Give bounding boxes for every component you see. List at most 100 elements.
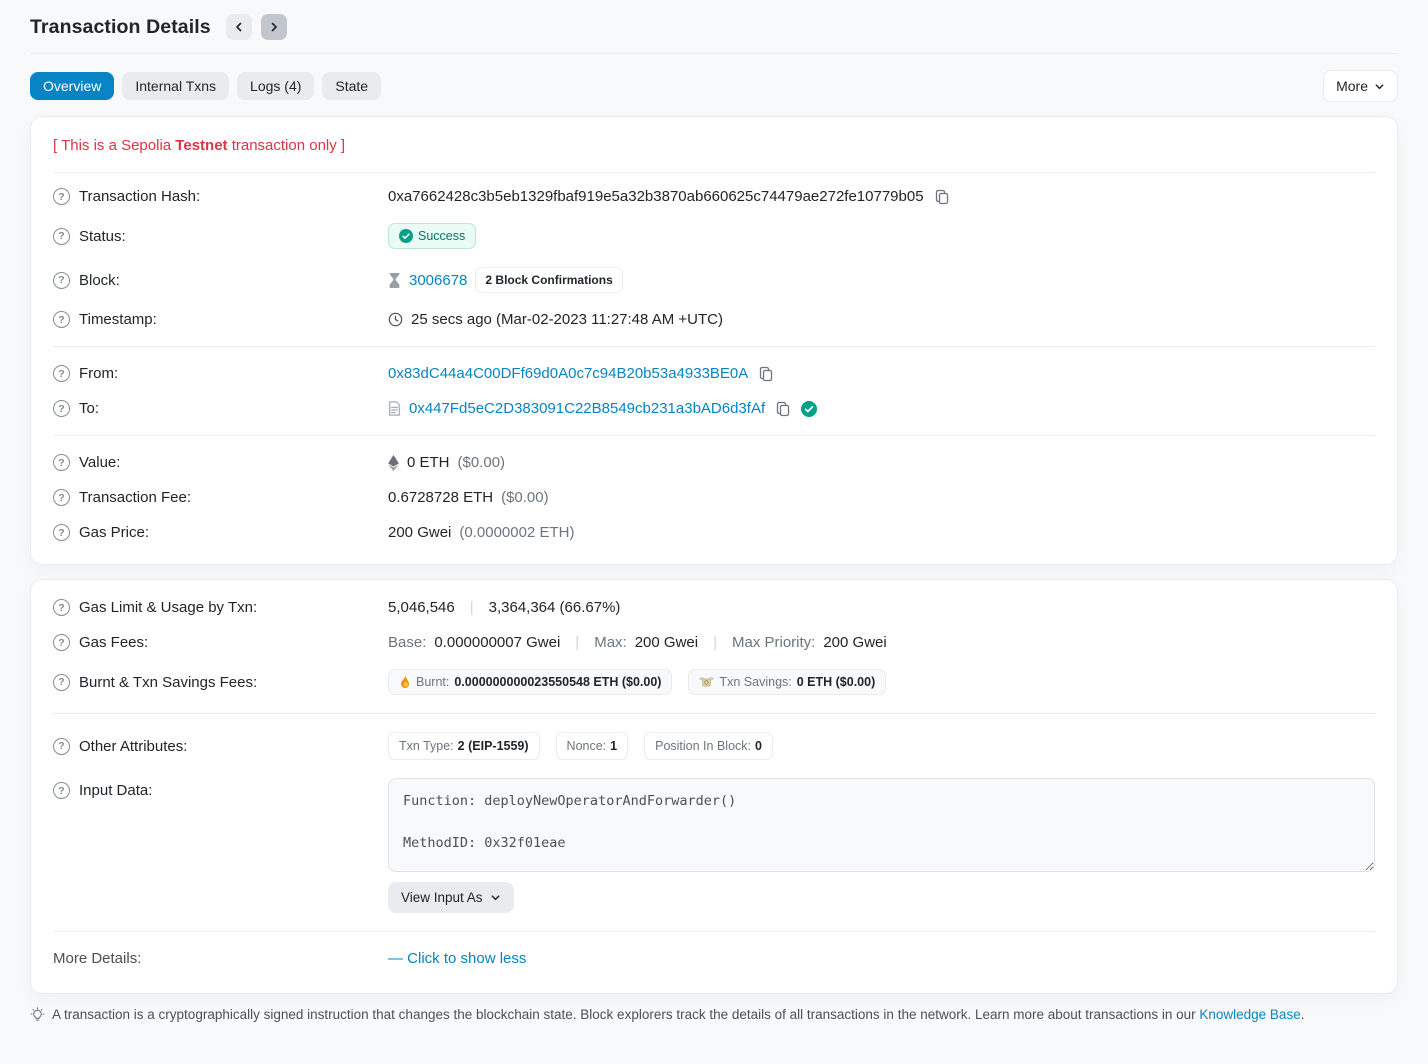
copy-to-button[interactable] [773,401,793,417]
notice-suffix: transaction only ] [228,137,346,154]
section-divider [53,435,1375,436]
more-button-label: More [1336,78,1368,94]
copy-hash-button[interactable] [932,189,952,205]
section-divider [53,346,1375,347]
check-circle-icon [399,229,413,243]
row-from: ? From: 0x83dC44a4C00DFf69d0A0c7c94B20b5… [53,356,1375,391]
show-less-link[interactable]: — Click to show less [388,950,526,967]
page-header: Transaction Details [30,0,1398,54]
max-fee-value: 200 Gwei [635,634,698,651]
money-with-wings-icon [699,676,714,688]
help-icon[interactable]: ? [53,188,70,205]
help-icon[interactable]: ? [53,400,70,417]
tab-internal-txns[interactable]: Internal Txns [122,72,229,100]
status-label: Status: [79,228,126,245]
page-title: Transaction Details [30,16,211,39]
gas-used-value: 3,364,364 (66.67%) [489,599,621,616]
txn-savings-value: 0 ETH ($0.00) [797,675,876,689]
next-transaction-button[interactable] [261,14,287,40]
section-divider [53,931,1375,932]
burnt-value: 0.000000000023550548 ETH ($0.00) [454,675,661,689]
copy-icon [758,366,774,382]
gas-limit-value: 5,046,546 [388,599,455,616]
transaction-fee-usd: ($0.00) [501,489,549,506]
to-label: To: [79,400,99,417]
tabs-row: Overview Internal Txns Logs (4) State Mo… [30,70,1398,102]
block-number-link[interactable]: 3006678 [409,272,467,289]
gas-price-eth: (0.0000002 ETH) [459,524,574,541]
status-badge: Success [388,223,476,249]
other-attributes-label: Other Attributes: [79,738,187,755]
position-in-block-badge: Position In Block: 0 [644,732,773,760]
timestamp-label: Timestamp: [79,311,157,328]
max-priority-fee-value: 200 Gwei [823,634,886,651]
row-timestamp: ? Timestamp: 25 secs ago (Mar-02-2023 11… [53,302,1375,337]
status-badge-label: Success [418,229,465,243]
block-label: Block: [79,272,120,289]
burnt-fee-badge: Burnt: 0.000000000023550548 ETH ($0.00) [388,669,672,695]
tab-overview[interactable]: Overview [30,72,114,100]
nonce-value: 1 [610,739,617,753]
chevron-left-icon [233,21,245,33]
max-priority-fee-label: Max Priority: [732,634,815,651]
row-status: ? Status: Success [53,214,1375,258]
footer-suffix: . [1301,1007,1305,1022]
testnet-notice: [ This is a Sepolia Testnet transaction … [53,135,1375,156]
row-value: ? Value: 0 ETH ($0.00) [53,445,1375,480]
help-icon[interactable]: ? [53,738,70,755]
row-transaction-hash: ? Transaction Hash: 0xa7662428c3b5eb1329… [53,179,1375,214]
help-icon[interactable]: ? [53,365,70,382]
view-input-as-label: View Input As [401,890,483,905]
from-to-group: ? From: 0x83dC44a4C00DFf69d0A0c7c94B20b5… [53,356,1375,426]
help-icon[interactable]: ? [53,272,70,289]
help-icon[interactable]: ? [53,634,70,651]
pipe-separator: | [470,599,474,616]
pipe-separator: | [575,634,579,651]
knowledge-base-link[interactable]: Knowledge Base [1199,1007,1300,1022]
help-icon[interactable]: ? [53,599,70,616]
from-label: From: [79,365,118,382]
row-gas-fees: ? Gas Fees: Base: 0.000000007 Gwei | Max… [53,625,1375,660]
prev-transaction-button[interactable] [226,14,252,40]
chevron-right-icon [268,21,280,33]
lightbulb-icon [30,1007,45,1022]
transaction-hash-value: 0xa7662428c3b5eb1329fbaf919e5a32b3870ab6… [388,188,924,205]
to-address-link[interactable]: 0x447Fd5eC2D383091C22B8549cb231a3bAD6d3f… [409,400,765,417]
txn-savings-label: Txn Savings: [719,675,791,689]
gas-limit-usage-label: Gas Limit & Usage by Txn: [79,599,257,616]
copy-from-button[interactable] [756,366,776,382]
page-footer: A transaction is a cryptographically sig… [30,1007,1398,1022]
from-address-link[interactable]: 0x83dC44a4C00DFf69d0A0c7c94B20b53a4933BE… [388,365,748,382]
tab-logs[interactable]: Logs (4) [237,72,314,100]
chevron-down-icon [1374,81,1385,92]
flame-icon [399,675,411,689]
position-in-block-value: 0 [755,739,762,753]
txn-type-label: Txn Type: [399,739,454,753]
gas-price-amount: 200 Gwei [388,524,451,541]
input-data-textarea[interactable]: Function: deployNewOperatorAndForwarder(… [388,778,1375,872]
help-icon[interactable]: ? [53,228,70,245]
gas-group: ? Gas Limit & Usage by Txn: 5,046,546 | … [53,590,1375,704]
row-to: ? To: 0x447Fd5eC2D383091C22B8549cb231a3b… [53,391,1375,426]
more-button[interactable]: More [1323,70,1398,102]
txn-type-value: 2 (EIP-1559) [458,739,529,753]
view-input-as-button[interactable]: View Input As [388,882,514,913]
help-icon[interactable]: ? [53,489,70,506]
help-icon[interactable]: ? [53,782,70,799]
pipe-separator: | [713,634,717,651]
timestamp-value: 25 secs ago (Mar-02-2023 11:27:48 AM +UT… [411,311,723,328]
position-in-block-label: Position In Block: [655,739,751,753]
transaction-details-page: Transaction Details Overview Internal Tx… [0,0,1428,1022]
transaction-fee-amount: 0.6728728 ETH [388,489,493,506]
clock-icon [388,312,403,327]
help-icon[interactable]: ? [53,311,70,328]
help-icon[interactable]: ? [53,524,70,541]
value-amount: 0 ETH [407,454,450,471]
chevron-down-icon [490,892,501,903]
tab-bar: Overview Internal Txns Logs (4) State [30,72,381,100]
tab-state[interactable]: State [322,72,381,100]
verified-check-icon [801,401,817,417]
help-icon[interactable]: ? [53,674,70,691]
help-icon[interactable]: ? [53,454,70,471]
hash-status-group: ? Transaction Hash: 0xa7662428c3b5eb1329… [53,173,1375,337]
